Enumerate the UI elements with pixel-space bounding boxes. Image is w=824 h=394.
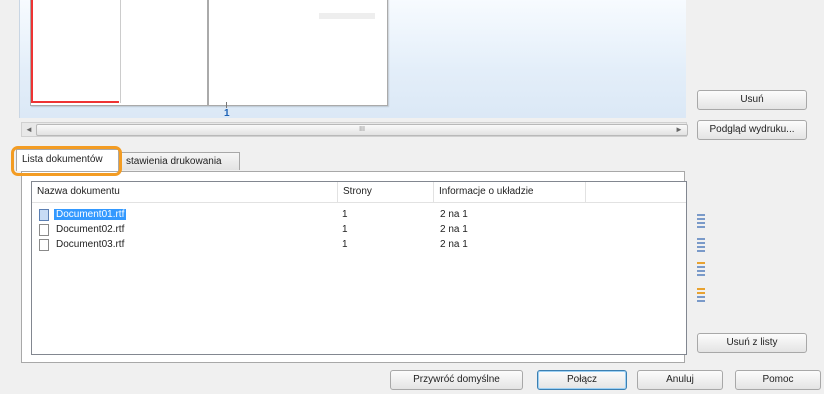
tab-highlight-outline (11, 146, 122, 176)
print-preview-area: 1 (19, 0, 686, 119)
move-to-top-icon[interactable] (697, 214, 707, 230)
preview-page-1 (30, 0, 208, 106)
page-boundary-marker (31, 0, 119, 103)
preview-page-2 (208, 0, 388, 106)
delete-button[interactable]: Usuń (697, 90, 807, 110)
list-item[interactable]: Document02.rtf 1 2 na 1 (32, 223, 686, 237)
document-pages: 1 (342, 239, 348, 250)
combine-button[interactable]: Połącz (537, 370, 627, 390)
remove-from-list-button[interactable]: Usuń z listy (697, 333, 807, 353)
document-layout: 2 na 1 (440, 209, 468, 220)
move-to-bottom-icon[interactable] (697, 288, 707, 304)
preview-content (319, 13, 375, 19)
document-list[interactable]: Nazwa dokumentu Strony Informacje o ukła… (31, 181, 687, 355)
column-header-layout[interactable]: Informacje o układzie (434, 182, 586, 202)
scroll-right-icon[interactable]: ► (672, 123, 686, 136)
move-up-icon[interactable] (697, 238, 707, 254)
list-header: Nazwa dokumentu Strony Informacje o ukła… (32, 182, 686, 203)
document-layout: 2 na 1 (440, 239, 468, 250)
print-preview-button[interactable]: Podgląd wydruku... (697, 120, 807, 140)
page-divider (120, 0, 121, 103)
column-header-pages[interactable]: Strony (338, 182, 434, 202)
move-down-icon[interactable] (697, 262, 707, 278)
preview-horizontal-scrollbar[interactable]: ◄ III ► (21, 122, 688, 137)
list-item[interactable]: Document01.rtf 1 2 na 1 (32, 208, 686, 222)
document-pages: 1 (342, 209, 348, 220)
document-icon (39, 209, 49, 221)
document-icon (39, 224, 49, 236)
document-name: Document02.rtf (56, 224, 125, 235)
document-name: Document01.rtf (54, 209, 127, 220)
document-name: Document03.rtf (56, 239, 125, 250)
document-layout: 2 na 1 (440, 224, 468, 235)
page-number: 1 (224, 108, 230, 119)
scrollbar-thumb[interactable]: III (36, 124, 688, 136)
cancel-button[interactable]: Anuluj (637, 370, 723, 390)
document-pages: 1 (342, 224, 348, 235)
column-header-name[interactable]: Nazwa dokumentu (32, 182, 338, 202)
tab-print-settings[interactable]: stawienia drukowania (120, 152, 240, 170)
restore-defaults-button[interactable]: Przywróć domyślne (390, 370, 523, 390)
scroll-left-icon[interactable]: ◄ (22, 123, 36, 136)
list-item[interactable]: Document03.rtf 1 2 na 1 (32, 238, 686, 252)
document-icon (39, 239, 49, 251)
help-button[interactable]: Pomoc (735, 370, 821, 390)
